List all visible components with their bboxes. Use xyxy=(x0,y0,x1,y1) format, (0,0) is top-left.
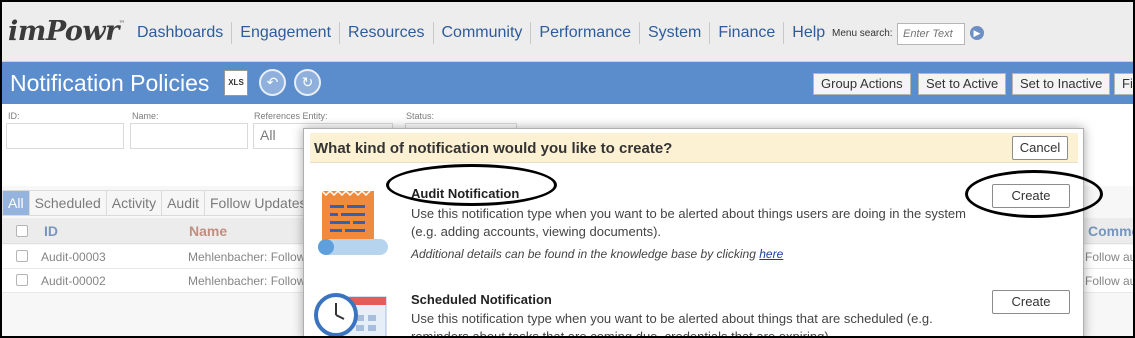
logo-trademark: ™ xyxy=(118,20,125,27)
scheduled-notification-title: Scheduled Notification xyxy=(411,292,552,307)
page-title: Notification Policies xyxy=(10,70,210,96)
main-nav: Dashboards Engagement Resources Communit… xyxy=(129,22,833,44)
audit-notification-description: Use this notification type when you want… xyxy=(411,206,966,239)
xls-export-icon[interactable]: XLS xyxy=(224,70,248,96)
audit-note-text: Additional details can be found in the k… xyxy=(411,247,756,261)
nav-system[interactable]: System xyxy=(640,22,711,44)
screenshot-frame: imPowr™ Dashboards Engagement Resources … xyxy=(0,0,1135,338)
nav-dashboards[interactable]: Dashboards xyxy=(129,22,233,44)
create-scheduled-button[interactable]: Create xyxy=(992,290,1070,314)
nav-community[interactable]: Community xyxy=(434,22,532,44)
search-go-icon[interactable]: ▶ xyxy=(970,26,984,40)
dialog-title: What kind of notification would you like… xyxy=(314,140,673,157)
group-actions-button[interactable]: Group Actions xyxy=(813,73,911,95)
set-inactive-button[interactable]: Set to Inactive xyxy=(1012,73,1111,95)
page-header: Notification Policies XLS ↶ ↻ Group Acti… xyxy=(2,62,1133,104)
back-arrow-icon[interactable]: ↶ xyxy=(259,69,286,96)
menu-search-label: Menu search: xyxy=(832,28,893,39)
logo-text: imPowr xyxy=(8,16,119,47)
audit-knowledge-base-note: Additional details can be found in the k… xyxy=(411,247,783,261)
scheduled-notification-icon xyxy=(314,293,387,336)
notification-type-dialog: What kind of notification would you like… xyxy=(303,128,1084,338)
scheduled-notification-description: Use this notification type when you want… xyxy=(411,311,933,338)
top-nav-bar: imPowr™ Dashboards Engagement Resources … xyxy=(2,2,1133,62)
create-button-highlight-ellipse xyxy=(965,170,1103,218)
audit-title-highlight-ellipse xyxy=(386,164,557,206)
nav-engagement[interactable]: Engagement xyxy=(232,22,341,44)
app-logo[interactable]: imPowr™ xyxy=(8,16,125,47)
audit-notification-icon xyxy=(318,189,388,255)
cancel-button[interactable]: Cancel xyxy=(1012,136,1068,160)
nav-help[interactable]: Help xyxy=(784,22,833,44)
nav-resources[interactable]: Resources xyxy=(340,22,434,44)
menu-search-input[interactable] xyxy=(897,23,965,45)
find-button[interactable]: Fin xyxy=(1114,73,1133,95)
set-active-button[interactable]: Set to Active xyxy=(918,73,1007,95)
nav-finance[interactable]: Finance xyxy=(710,22,785,44)
refresh-icon[interactable]: ↻ xyxy=(294,69,321,96)
dialog-header: What kind of notification would you like… xyxy=(310,133,1078,163)
knowledge-base-link[interactable]: here xyxy=(759,247,783,261)
nav-performance[interactable]: Performance xyxy=(531,22,640,44)
